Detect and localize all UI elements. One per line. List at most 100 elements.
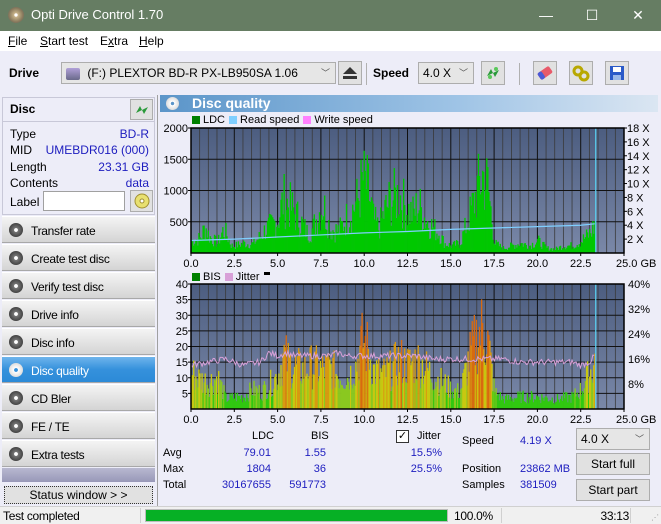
x-tick-label: 20.0 <box>527 414 548 426</box>
nav-label: Transfer rate <box>31 224 96 238</box>
refresh-button[interactable] <box>481 61 505 85</box>
eject-icon <box>343 67 357 79</box>
legend-marker <box>263 271 270 275</box>
max-label: Max <box>163 463 184 475</box>
nav-disc-info[interactable]: Disc info <box>2 328 155 355</box>
start-part-button[interactable]: Start part <box>576 479 650 501</box>
x-tick-label: 15.0 <box>440 414 461 426</box>
speed-stat-value: 4.19 X <box>520 435 552 447</box>
y-tick-label: 40 <box>176 279 188 291</box>
x-tick-label: 12.5 <box>397 414 418 426</box>
chevron-down-icon: ﹀ <box>458 68 468 78</box>
resize-grip-icon[interactable]: ⋰ <box>651 513 659 522</box>
menu-file[interactable]: File <box>8 34 27 48</box>
disc-contents-value: data <box>125 176 149 190</box>
y-tick-label: 10 <box>176 373 188 385</box>
erase-icon <box>537 66 553 80</box>
x-tick-label: 0.0 <box>183 414 198 426</box>
y-tick-label: 5 <box>182 388 188 400</box>
x-tick-label: 25.0 GB <box>616 414 656 426</box>
disc-label-button[interactable] <box>130 190 153 212</box>
start-full-button[interactable]: Start full <box>576 453 650 475</box>
nav-label: Disc quality <box>31 364 89 378</box>
y2-tick-label: 40% <box>628 279 650 291</box>
nav-transfer-rate[interactable]: Transfer rate <box>2 216 155 243</box>
max-ldc: 1804 <box>246 463 271 475</box>
nav-label: CD Bler <box>31 392 71 406</box>
max-bis: 36 <box>313 463 326 475</box>
y2-tick-label: 12 X <box>627 165 650 177</box>
chevron-down-icon: ﹀ <box>634 434 644 444</box>
disc-mid-label: MID <box>10 143 32 157</box>
y-tick-label: 35 <box>176 295 188 307</box>
save-button[interactable] <box>605 61 629 85</box>
menu-help[interactable]: Help <box>139 34 164 48</box>
minimize-button[interactable]: — <box>523 0 569 31</box>
ldc-chart: 0.0 2.5 5.0 7.5 10.0 12.5 15.0 17.5 20.0 22.5 25.0… <box>164 123 657 270</box>
col-ldc-header: LDC <box>252 430 275 442</box>
menu-bar: File Start test Extra Help <box>0 31 661 51</box>
test-speed-select[interactable]: 4.0 X ﹀ <box>576 428 650 450</box>
nav-label: Extra tests <box>31 448 85 462</box>
menu-extra-pre: E <box>100 34 109 48</box>
speed-stat-label: Speed <box>462 435 494 447</box>
drive-select[interactable]: (F:) PLEXTOR BD-R PX-LB950SA 1.06 ﹀ <box>61 62 336 84</box>
nav-extra-tests[interactable]: Extra tests <box>2 440 155 467</box>
cd-bler-icon <box>9 391 23 405</box>
eject-button[interactable] <box>338 61 362 85</box>
settings-button[interactable] <box>569 61 593 85</box>
nav-label: Create test disc <box>31 252 110 266</box>
disc-panel: Disc Type BD-R MID UMEBDR016 (000) Lengt… <box>2 97 155 215</box>
y2-tick-label: 16% <box>628 354 650 366</box>
menu-start-test-rest: tart test <box>48 34 89 48</box>
menu-start-test[interactable]: Start test <box>40 34 88 48</box>
nav-label: FE / TE <box>31 420 70 434</box>
disc-mid-value: UMEBDR016 (000) <box>45 143 149 157</box>
x-tick-label: 5.0 <box>270 258 285 270</box>
nav-fe-te[interactable]: FE / TE <box>2 412 155 439</box>
erase-button[interactable] <box>533 61 557 85</box>
disc-length-value: 23.31 GB <box>98 160 149 174</box>
progress-fill <box>146 510 447 521</box>
total-bis: 591773 <box>289 479 326 491</box>
nav-cd-bler[interactable]: CD Bler <box>2 384 155 411</box>
jitter-checkbox[interactable]: ✓ <box>396 430 409 443</box>
status-window-button[interactable]: Status window > > <box>4 486 153 504</box>
y2-tick-label: 10 X <box>627 179 650 191</box>
menu-extra-rest: tra <box>114 34 129 48</box>
status-separator <box>630 508 631 523</box>
avg-bis: 1.55 <box>304 447 326 459</box>
x-tick-label: 7.5 <box>313 414 328 426</box>
status-separator <box>501 508 502 523</box>
save-icon <box>610 66 624 80</box>
jitter-header: Jitter <box>417 430 441 442</box>
nav-label: Drive info <box>31 308 79 322</box>
position-label: Position <box>462 463 502 475</box>
extra-tests-icon <box>9 447 23 461</box>
y-tick-label: 1500 <box>164 154 188 166</box>
y2-tick-label: 32% <box>628 304 650 316</box>
speed-select[interactable]: 4.0 X ﹀ <box>418 62 474 84</box>
nav-disc-quality[interactable]: Disc quality <box>2 356 155 383</box>
toolbar-separator <box>366 63 367 85</box>
disc-divider <box>3 121 154 122</box>
verify-disc-icon <box>9 279 23 293</box>
nav-verify-test-disc[interactable]: Verify test disc <box>2 272 155 299</box>
disc-refresh-button[interactable] <box>130 99 153 120</box>
panel-title: Disc quality <box>192 95 271 111</box>
x-tick-label: 17.5 <box>483 414 504 426</box>
menu-extra[interactable]: Extra <box>100 34 128 48</box>
nav-drive-info[interactable]: Drive info <box>2 300 155 327</box>
speed-label: Speed <box>373 66 410 80</box>
avg-ldc: 79.01 <box>243 447 271 459</box>
fe-te-icon <box>9 419 23 433</box>
disc-label-input[interactable] <box>43 191 125 211</box>
maximize-button[interactable]: ☐ <box>569 0 615 31</box>
test-speed-value: 4.0 X <box>581 432 610 446</box>
speed-select-value: 4.0 X <box>423 66 452 80</box>
nav-label: Disc info <box>31 336 75 350</box>
sidebar: Disc Type BD-R MID UMEBDR016 (000) Lengt… <box>0 95 157 506</box>
close-button[interactable]: ✕ <box>615 0 661 31</box>
nav-create-test-disc[interactable]: Create test disc <box>2 244 155 271</box>
y-tick-label: 30 <box>176 310 188 322</box>
